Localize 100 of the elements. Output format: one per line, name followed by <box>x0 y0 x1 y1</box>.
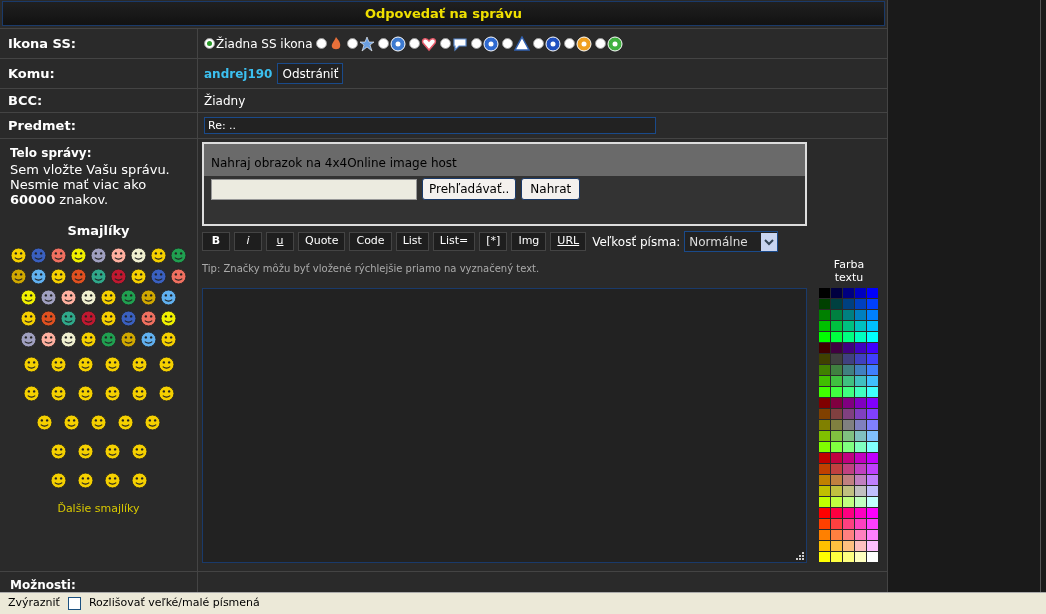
format-button[interactable]: [*] <box>479 232 508 251</box>
smiley-icon[interactable] <box>160 330 177 348</box>
smiley-icon[interactable] <box>49 471 67 489</box>
smiley-icon[interactable] <box>10 246 27 264</box>
smiley-icon[interactable] <box>49 355 67 373</box>
smiley-icon[interactable] <box>10 267 27 285</box>
smiley-icon[interactable] <box>100 309 117 327</box>
format-button[interactable]: u <box>266 232 294 251</box>
smiley-icon[interactable] <box>130 355 148 373</box>
smiley-icon[interactable] <box>140 288 157 306</box>
smiley-icon[interactable] <box>80 288 97 306</box>
subject-field[interactable]: Re: .. <box>204 117 656 134</box>
match-case-checkbox[interactable] <box>67 597 81 610</box>
smiley-icon[interactable] <box>140 330 157 348</box>
format-button[interactable]: i <box>234 232 262 251</box>
smiley-icon[interactable] <box>76 384 94 402</box>
text-color-label: Farba textu <box>832 258 866 284</box>
smiley-icon[interactable] <box>70 246 87 264</box>
smiley-icon[interactable] <box>40 330 57 348</box>
upload-button[interactable]: Nahrat <box>521 178 581 200</box>
radio-button[interactable] <box>563 38 575 49</box>
format-button[interactable]: Img <box>511 232 547 251</box>
radio-button[interactable] <box>470 38 482 49</box>
font-size-dropdown[interactable]: Normálne <box>684 231 779 252</box>
radio-button[interactable] <box>408 38 420 49</box>
smiley-icon[interactable] <box>90 246 107 264</box>
star-icon <box>358 35 375 52</box>
tip-text: Tip: Značky môžu byť vložené rýchlejšie priamo na vyznačený text. <box>202 262 541 276</box>
page-title: Odpovedať na správu <box>364 4 523 23</box>
smiley-icon[interactable] <box>150 246 167 264</box>
smiley-icon[interactable] <box>130 384 148 402</box>
radio-button[interactable] <box>594 38 606 49</box>
smiley-icon[interactable] <box>36 413 53 431</box>
smiley-icon[interactable] <box>76 355 94 373</box>
browse-button[interactable]: Prehľadávať.. <box>422 178 517 200</box>
format-button[interactable]: List= <box>432 232 476 251</box>
file-field[interactable] <box>211 178 417 200</box>
format-button[interactable]: B <box>202 232 230 251</box>
smiley-icon[interactable] <box>130 442 148 460</box>
format-button[interactable]: URL <box>550 232 587 251</box>
more-smileys-link[interactable]: Ďalšie smajlíky <box>10 500 187 517</box>
smiley-icon[interactable] <box>49 384 67 402</box>
smiley-icon[interactable] <box>30 267 47 285</box>
smiley-icon[interactable] <box>130 246 147 264</box>
field-label: Komu: <box>8 64 55 83</box>
color-palette-drawing[interactable] <box>819 288 879 563</box>
smiley-icon[interactable] <box>76 471 94 489</box>
radio-button[interactable] <box>204 38 215 49</box>
field-label: Ikona SS: <box>8 34 76 53</box>
match-case-label: Rozlišovať veľké/malé písmená <box>88 595 260 612</box>
smiley-icon[interactable] <box>160 288 177 306</box>
remove-button[interactable]: Odstrániť <box>277 63 344 84</box>
smiley-icon[interactable] <box>50 267 67 285</box>
smiley-icon[interactable] <box>120 330 137 348</box>
smiley-icon[interactable] <box>63 413 80 431</box>
bcc-value: Žiadny <box>204 92 246 110</box>
radio-button[interactable] <box>532 38 544 49</box>
smiley-icon[interactable] <box>157 384 175 402</box>
smiley-icon[interactable] <box>110 246 127 264</box>
highlight-button[interactable]: Zvýrazniť <box>8 595 60 612</box>
smiley-icon[interactable] <box>90 413 107 431</box>
radio-button[interactable] <box>315 38 327 49</box>
smiley-icon[interactable] <box>157 355 175 373</box>
smiley-icon[interactable] <box>22 355 40 373</box>
smiley-icon[interactable] <box>60 330 77 348</box>
format-button[interactable]: Quote <box>298 232 346 251</box>
smiley-icon[interactable] <box>103 384 121 402</box>
smiley-icon[interactable] <box>117 413 134 431</box>
smiley-icon[interactable] <box>76 442 94 460</box>
field-label: Telo správy: <box>10 145 93 162</box>
smiley-icon[interactable] <box>100 288 117 306</box>
smiley-icon[interactable] <box>103 442 121 460</box>
upload-caption: Nahraj obrazok na 4x4Online image host <box>211 156 457 170</box>
radio-button[interactable] <box>346 38 358 49</box>
smiley-icon[interactable] <box>130 471 148 489</box>
field-label: Predmet: <box>8 116 76 135</box>
smiley-icon[interactable] <box>49 442 67 460</box>
smiley-icon[interactable] <box>103 471 121 489</box>
recipient-name[interactable]: andrej190 <box>204 64 273 83</box>
smiley-icon[interactable] <box>20 309 37 327</box>
smiley-icon[interactable] <box>22 384 40 402</box>
smiley-icon[interactable] <box>40 288 57 306</box>
smiley-icon[interactable] <box>144 413 161 431</box>
chevron-down-icon <box>761 232 778 251</box>
radio-button[interactable] <box>439 38 451 49</box>
smiley-icon[interactable] <box>60 288 77 306</box>
field-label: BCC: <box>8 91 43 110</box>
smiley-icon[interactable] <box>20 330 37 348</box>
format-button[interactable]: Code <box>349 232 392 251</box>
smiley-icon[interactable] <box>103 355 121 373</box>
smiley-icon[interactable] <box>20 288 37 306</box>
smileys-heading: Smajlíky <box>66 222 131 240</box>
length-limit-text: Nesmie mať viac ako 60000 znakov. <box>10 177 148 207</box>
format-button[interactable]: List <box>395 232 429 251</box>
font-size-label: Veľkosť písma: <box>592 233 681 251</box>
radio-button[interactable] <box>377 38 389 49</box>
radio-button[interactable] <box>501 38 513 49</box>
smiley-icon[interactable] <box>130 267 147 285</box>
smiley-icon[interactable] <box>160 309 177 327</box>
smiley-icon[interactable] <box>80 330 97 348</box>
